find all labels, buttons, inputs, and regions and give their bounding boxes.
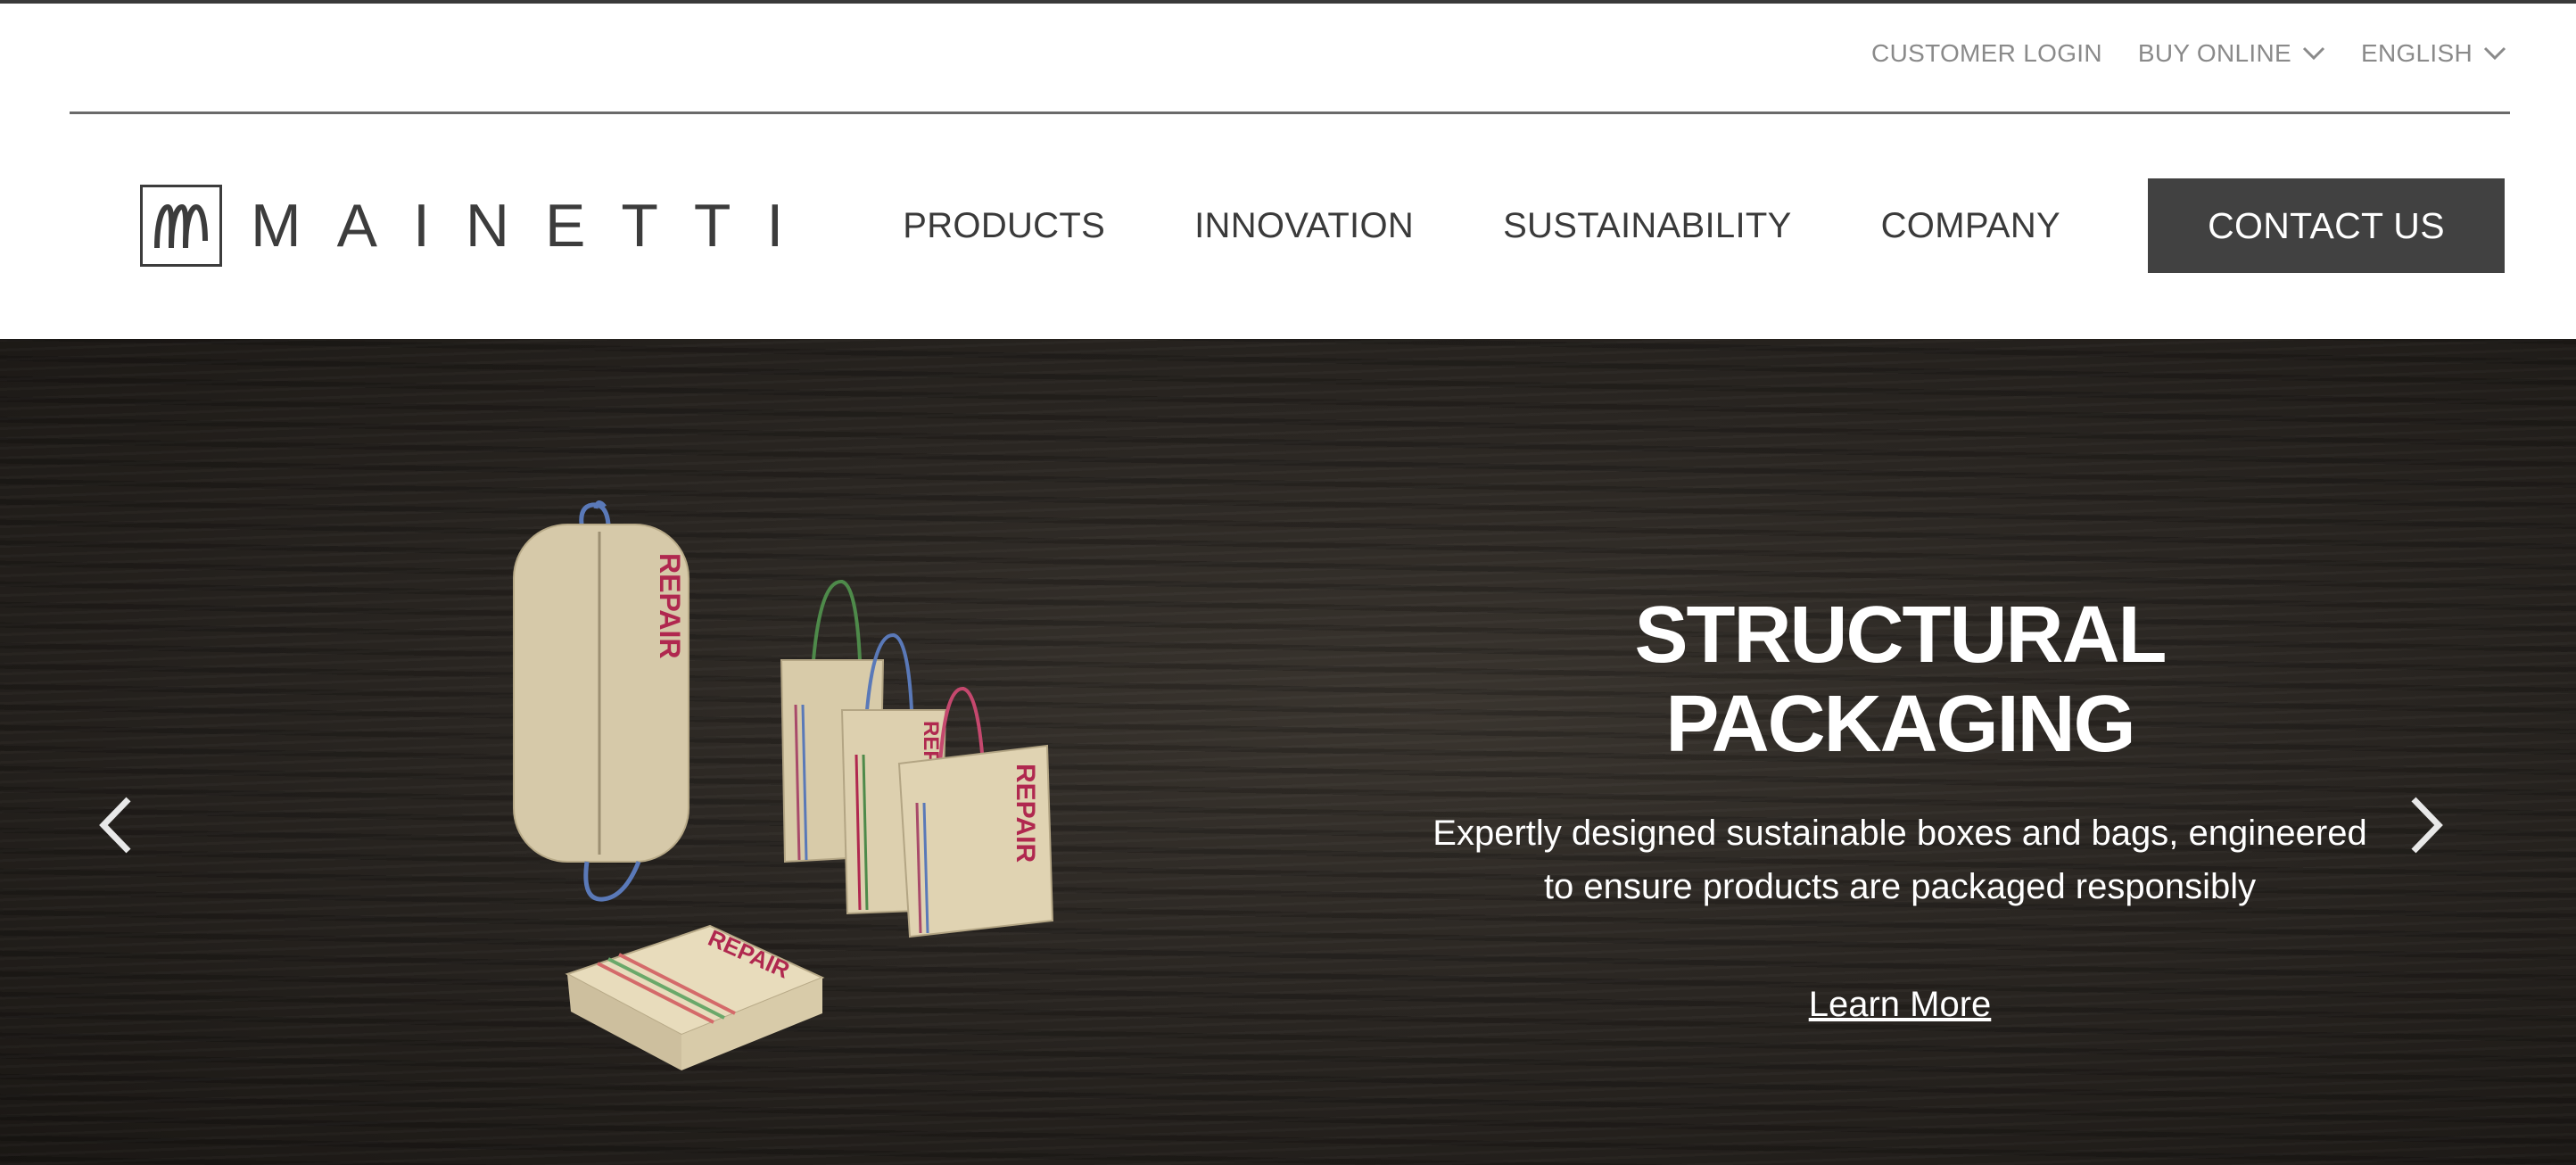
print-repair: REPAIR [654,553,686,659]
nav-item-products[interactable]: PRODUCTS [903,206,1105,246]
hero-description-line-1: Expertly designed sustainable boxes and … [1432,814,2367,853]
hero-carousel: REPAIR REPAIR REPAIR REPAIR STRUCTURAL P… [0,339,2576,1165]
top-rule [0,0,2576,4]
logo-mark-icon [140,185,222,267]
nav-item-innovation[interactable]: INNOVATION [1194,206,1414,246]
carousel-next-button[interactable] [2401,789,2455,861]
customer-login-link[interactable]: CUSTOMER LOGIN [1871,39,2102,68]
chevron-down-icon [2483,46,2506,61]
chevron-left-icon [99,797,131,854]
product-image: REPAIR REPAIR REPAIR REPAIR [513,500,1054,1070]
nav-item-company[interactable]: COMPANY [1881,206,2060,246]
learn-more-link[interactable]: Learn More [1809,985,1992,1025]
language-label: ENGLISH [2360,39,2473,67]
buy-online-label: BUY ONLINE [2137,39,2291,67]
hero-description: Expertly designed sustainable boxes and … [1418,806,2382,913]
language-dropdown[interactable]: ENGLISH [2361,39,2506,68]
chevron-right-icon [2411,797,2443,854]
brand-wordmark: MAINETTI [251,192,820,260]
main-nav: PRODUCTS INNOVATION SUSTAINABILITY COMPA… [903,178,2505,273]
nav-item-sustainability[interactable]: SUSTAINABILITY [1503,206,1792,246]
header-divider [70,112,2510,114]
hero-copy: STRUCTURAL PACKAGING Expertly designed s… [1418,591,2382,1025]
utility-bar: CUSTOMER LOGIN BUY ONLINE ENGLISH [1871,39,2506,68]
hero-description-line-2: to ensure products are packaged responsi… [1543,867,2257,906]
brand-logo[interactable]: MAINETTI [140,185,819,267]
hero-title-line-2: PACKAGING [1665,680,2135,769]
buy-online-dropdown[interactable]: BUY ONLINE [2138,39,2325,68]
carousel-prev-button[interactable] [87,789,141,861]
hero-title-line-1: STRUCTURAL [1634,591,2167,680]
contact-us-button[interactable]: CONTACT US [2148,178,2505,273]
customer-login-label: CUSTOMER LOGIN [1871,39,2102,67]
print-repair: REPAIR [1011,764,1040,863]
chevron-down-icon [2302,46,2325,61]
hero-title: STRUCTURAL PACKAGING [1418,591,2382,769]
